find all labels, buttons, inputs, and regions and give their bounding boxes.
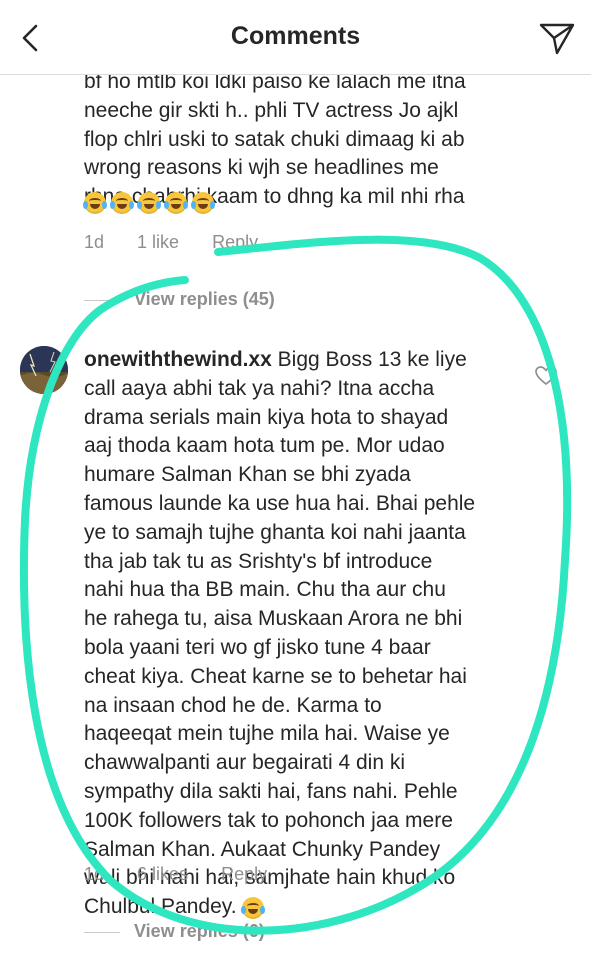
view-replies-label: View replies (6) xyxy=(134,921,265,941)
page-title: Comments xyxy=(230,22,361,50)
likes-count[interactable]: 6 likes xyxy=(137,864,188,884)
reply-button[interactable]: Reply xyxy=(221,864,267,884)
comment-line: bola yaani teri wo gf jisko tune 4 baar xyxy=(84,635,431,659)
comment-line: neeche gir skti h.. phli TV actress Jo a… xyxy=(84,98,459,122)
comment-body: bf ho mtlb koi ldki paiso ke lalach me i… xyxy=(84,68,504,212)
face-with-tears-of-joy-icon xyxy=(191,192,215,214)
face-with-tears-of-joy-icon xyxy=(137,192,161,214)
comment-line: wrong reasons ki wjh se headlines me xyxy=(84,156,439,180)
emoji-row xyxy=(83,192,219,218)
comment-line: humare Salman Khan se bhi zyada xyxy=(84,463,411,487)
comment-line: haqeeqat mein tujhe mila hai. Waise ye xyxy=(84,722,450,746)
comment-line: ye to samajh tujhe ghanta koi nahi jaant… xyxy=(84,520,466,544)
face-with-tears-of-joy-icon xyxy=(164,192,188,214)
face-with-tears-of-joy-icon xyxy=(241,896,266,919)
face-with-tears-of-joy-icon xyxy=(83,192,107,214)
heart-outline-icon xyxy=(535,366,557,386)
avatar-image xyxy=(20,346,68,394)
likes-count[interactable]: 1 like xyxy=(137,232,179,252)
send-button[interactable] xyxy=(537,18,577,58)
comment-time: 1d xyxy=(84,232,105,252)
avatar[interactable] xyxy=(20,346,68,394)
face-with-tears-of-joy-icon xyxy=(110,192,134,214)
like-button[interactable] xyxy=(534,364,558,388)
comment-line: 100K followers tak to pohonch jaa mere xyxy=(84,808,453,832)
divider xyxy=(84,299,120,301)
view-replies-button[interactable]: View replies (45) xyxy=(84,289,275,310)
divider xyxy=(84,931,120,933)
comment-line: nahi hua tha BB main. Chu tha aur chu xyxy=(84,578,446,602)
comment-username[interactable]: onewiththewind.xx xyxy=(84,348,272,371)
comment-line: call aaya abhi tak ya nahi? Itna accha xyxy=(84,376,435,400)
reply-button[interactable]: Reply xyxy=(212,232,258,252)
paper-plane-icon xyxy=(539,23,575,55)
comment-line: cheat kiya. Cheat karne se to behetar ha… xyxy=(84,664,467,688)
comment-meta: 1d 1 like Reply xyxy=(84,232,286,253)
comment-line: tha jab tak tu as Srishty's bf introduce xyxy=(84,549,433,573)
comment-line: sympathy dila sakti hai, fans nahi. Pehl… xyxy=(84,779,458,803)
comment-meta: 1d 6 likes Reply xyxy=(84,864,295,885)
comment-line: he rahega tu, aisa Muskaan Arora ne bhi xyxy=(84,607,463,631)
comment-line: aaj thoda kaam hota tum pe. Mor udao xyxy=(84,434,445,458)
comment-line: onewiththewind.xx Bigg Boss 13 ke liye xyxy=(84,348,467,371)
comment-line: Salman Khan. Aukaat Chunky Pandey xyxy=(84,837,441,861)
comment-time: 1d xyxy=(84,864,105,884)
comment-line: famous launde ka use hua hai. Bhai pehle xyxy=(84,491,476,515)
comment-line: flop chlri uski to satak chuki dimaag ki… xyxy=(84,127,465,151)
comment-line: chawwalpanti aur begairati 4 din ki xyxy=(84,751,406,775)
comment-body: onewiththewind.xx Bigg Boss 13 ke liye c… xyxy=(84,346,534,922)
view-replies-label: View replies (45) xyxy=(134,289,275,309)
comment-line: drama serials main kiya hota to shayad xyxy=(84,405,449,429)
view-replies-button[interactable]: View replies (6) xyxy=(84,921,265,942)
comment-line: na insaan chod he de. Karma to xyxy=(84,693,382,717)
comment-line: Chulbul Pandey. xyxy=(84,893,534,922)
header-bar: Comments xyxy=(0,0,591,75)
